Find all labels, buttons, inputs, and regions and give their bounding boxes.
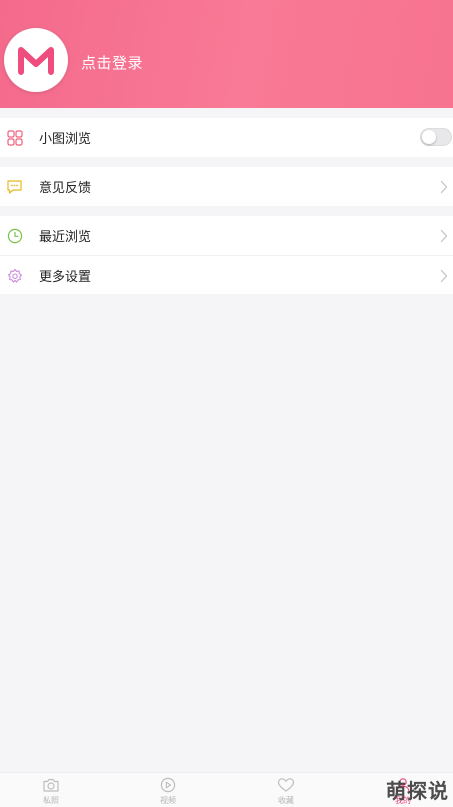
camera-icon (43, 778, 59, 792)
clock-icon (6, 227, 23, 244)
tab-video[interactable]: 视频 (138, 777, 198, 806)
settings-group-view: 小图浏览 (0, 118, 453, 157)
tab-favorites[interactable]: 收藏 (256, 777, 316, 806)
avatar[interactable] (4, 28, 68, 92)
m-logo-icon (18, 47, 54, 75)
setting-row-more-settings[interactable]: 更多设置 (0, 255, 453, 294)
play-icon (160, 777, 176, 793)
setting-row-feedback[interactable]: 意见反馈 (0, 167, 453, 206)
tab-label: 收藏 (278, 796, 294, 805)
chevron-right-icon (440, 269, 448, 283)
setting-label: 意见反馈 (39, 181, 92, 196)
grid-icon (6, 129, 23, 146)
profile-header: 点击登录 (0, 0, 453, 108)
tab-private-photos[interactable]: 私照 (21, 777, 81, 806)
tab-label: 私照 (43, 796, 59, 805)
chat-bubble-icon (6, 178, 23, 195)
login-link[interactable]: 点击登录 (81, 52, 143, 73)
tab-label: 视频 (160, 796, 176, 805)
chevron-right-icon (440, 180, 448, 194)
setting-row-small-image-browse[interactable]: 小图浏览 (0, 118, 453, 157)
setting-label: 小图浏览 (39, 132, 92, 147)
gear-flower-icon (6, 267, 23, 284)
small-image-toggle[interactable] (420, 128, 452, 146)
setting-label: 最近浏览 (39, 230, 92, 245)
chevron-right-icon (440, 229, 448, 243)
toggle-knob (422, 130, 436, 144)
settings-group-more: 最近浏览 更多设置 (0, 216, 453, 294)
settings-group-feedback: 意见反馈 (0, 167, 453, 206)
watermark-logo: 萌探说 (386, 779, 449, 803)
setting-label: 更多设置 (39, 269, 92, 285)
setting-row-recent-browse[interactable]: 最近浏览 (0, 216, 453, 255)
heart-icon (277, 778, 295, 792)
